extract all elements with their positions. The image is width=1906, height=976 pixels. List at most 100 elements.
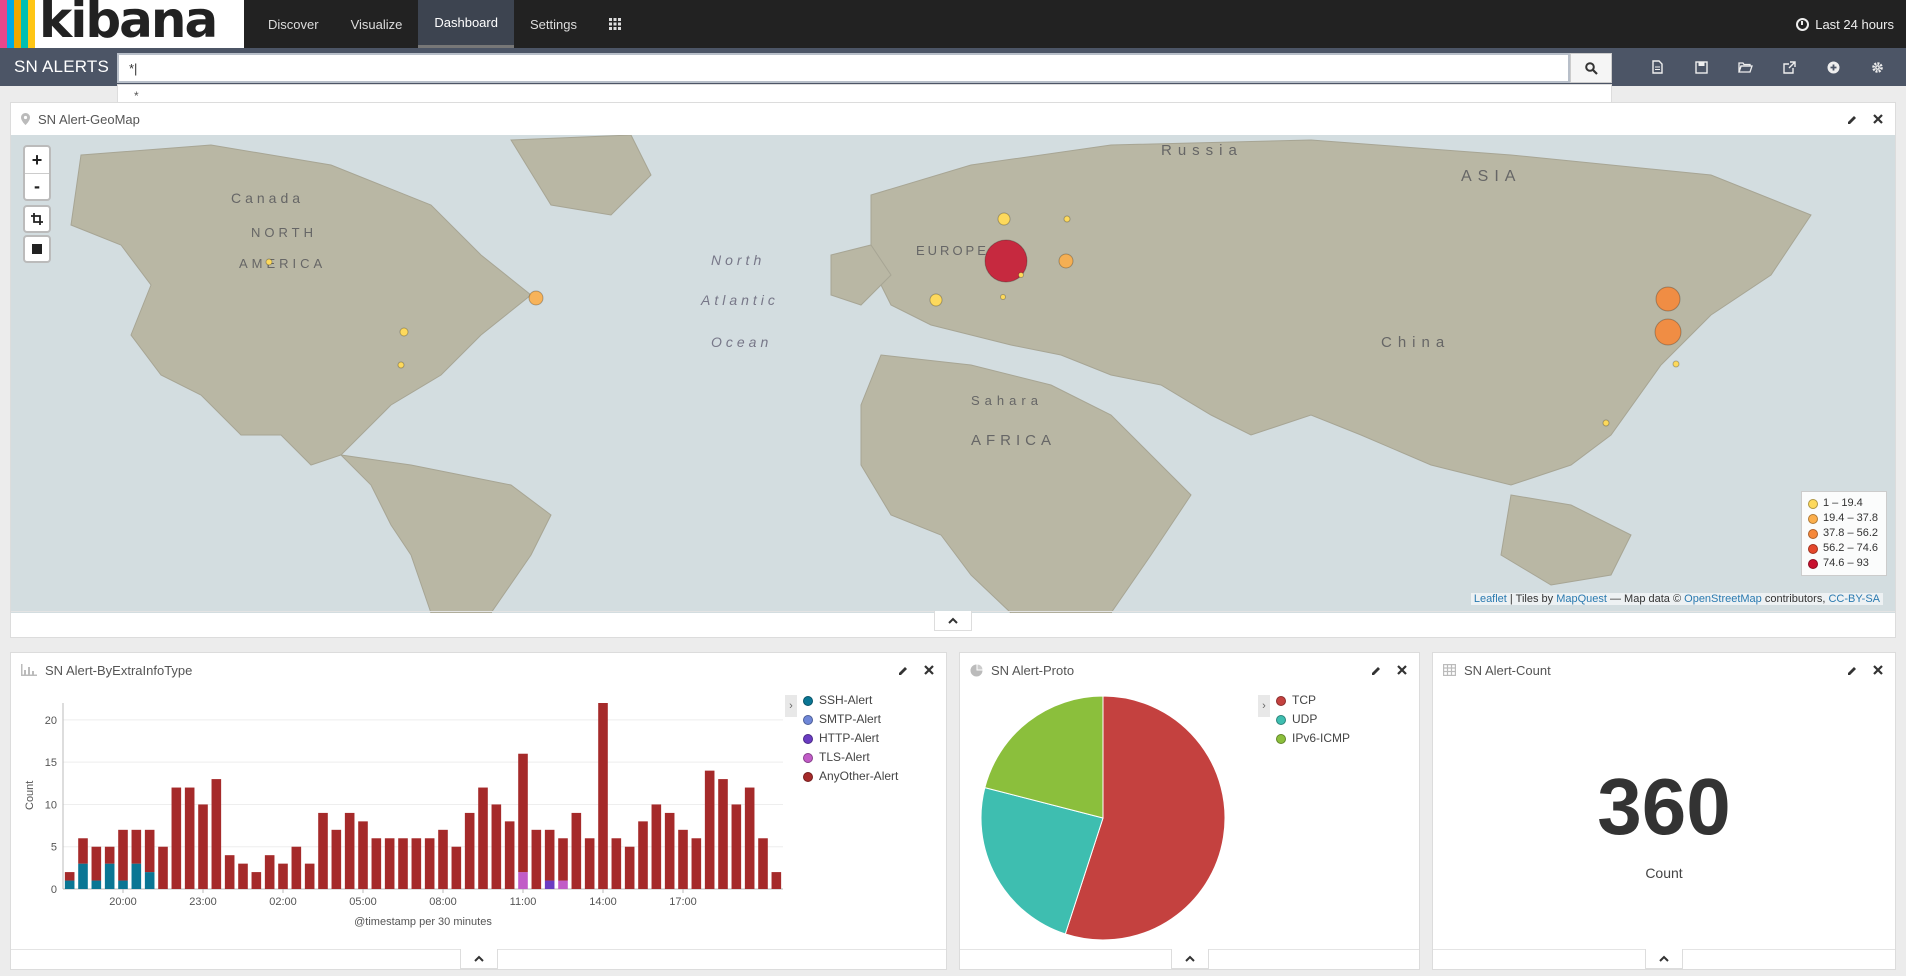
bar-segment[interactable]: [118, 829, 128, 881]
close-icon[interactable]: [1395, 663, 1409, 677]
bar-segment[interactable]: [291, 846, 302, 889]
bar-segment[interactable]: [451, 846, 462, 889]
options-button[interactable]: [1858, 48, 1896, 86]
legend-toggle[interactable]: ›: [1258, 695, 1270, 717]
bar-segment[interactable]: [651, 804, 662, 889]
bar-segment[interactable]: [158, 846, 168, 889]
bar-segment[interactable]: [704, 770, 715, 889]
bar-segment[interactable]: [558, 838, 568, 881]
mapquest-link[interactable]: MapQuest: [1556, 593, 1607, 605]
bar-segment[interactable]: [544, 829, 555, 881]
bar-segment[interactable]: [598, 703, 608, 889]
bar-segment[interactable]: [224, 855, 235, 889]
share-dashboard-button[interactable]: [1770, 48, 1808, 86]
legend-item-http[interactable]: HTTP-Alert: [803, 729, 898, 748]
bar-segment[interactable]: [638, 821, 648, 889]
bar-segment[interactable]: [691, 838, 702, 889]
bar-segment[interactable]: [91, 880, 102, 889]
kibana-logo[interactable]: kibana: [0, 0, 244, 48]
bar-segment[interactable]: [504, 821, 515, 889]
license-link[interactable]: CC-BY-SA: [1828, 593, 1880, 605]
bar-segment[interactable]: [544, 880, 555, 889]
legend-item-ipv6-icmp[interactable]: IPv6-ICMP: [1276, 729, 1350, 748]
bar-segment[interactable]: [758, 838, 768, 889]
map-canvas[interactable]: NORTH AMERICA EUROPE ASIA AFRICA Russia …: [11, 135, 1895, 613]
bar-segment[interactable]: [78, 838, 88, 864]
legend-item-udp[interactable]: UDP: [1276, 710, 1350, 729]
bar-segment[interactable]: [464, 812, 475, 889]
bar-segment[interactable]: [571, 812, 582, 889]
bar-segment[interactable]: [731, 804, 742, 889]
legend-item-ssh[interactable]: SSH-Alert: [803, 691, 898, 710]
fit-bounds-button[interactable]: [23, 235, 51, 263]
osm-link[interactable]: OpenStreetMap: [1684, 593, 1762, 605]
bar-segment[interactable]: [331, 829, 342, 889]
bar-segment[interactable]: [438, 829, 448, 889]
leaflet-link[interactable]: Leaflet: [1474, 593, 1507, 605]
bar-segment[interactable]: [371, 838, 382, 889]
bar-segment[interactable]: [104, 846, 115, 864]
nav-visualize[interactable]: Visualize: [335, 0, 419, 48]
bar-segment[interactable]: [518, 753, 528, 873]
draw-rectangle-button[interactable]: [23, 205, 51, 233]
save-dashboard-button[interactable]: [1682, 48, 1720, 86]
bar-segment[interactable]: [278, 863, 288, 889]
bar-segment[interactable]: [184, 787, 195, 889]
bar-segment[interactable]: [478, 787, 488, 889]
bar-segment[interactable]: [104, 863, 115, 889]
bar-segment[interactable]: [251, 872, 262, 889]
bar-segment[interactable]: [198, 804, 208, 889]
bar-segment[interactable]: [211, 779, 222, 889]
bar-segment[interactable]: [64, 880, 75, 889]
bar-segment[interactable]: [558, 880, 568, 889]
nav-dashboard[interactable]: Dashboard: [418, 0, 514, 48]
bar-segment[interactable]: [344, 812, 355, 889]
bar-segment[interactable]: [664, 812, 675, 889]
bar-segment[interactable]: [678, 829, 688, 889]
bar-segment[interactable]: [64, 872, 75, 881]
collapse-button[interactable]: [1645, 949, 1683, 969]
bar-segment[interactable]: [264, 855, 275, 889]
bar-segment[interactable]: [358, 821, 368, 889]
bar-segment[interactable]: [744, 787, 755, 889]
legend-item-tcp[interactable]: TCP: [1276, 691, 1350, 710]
legend-toggle[interactable]: ›: [785, 695, 797, 717]
open-dashboard-button[interactable]: [1726, 48, 1764, 86]
bar-segment[interactable]: [718, 779, 728, 889]
collapse-button[interactable]: [459, 949, 498, 969]
bar-segment[interactable]: [144, 872, 155, 889]
edit-pencil-icon[interactable]: [1369, 663, 1383, 677]
bar-segment[interactable]: [304, 863, 315, 889]
bar-segment[interactable]: [78, 863, 88, 889]
bar-segment[interactable]: [624, 846, 635, 889]
bar-segment[interactable]: [771, 872, 782, 889]
close-icon[interactable]: [1871, 663, 1885, 677]
bar-segment[interactable]: [611, 838, 622, 889]
bar-segment[interactable]: [398, 838, 408, 889]
bar-segment[interactable]: [131, 863, 142, 889]
collapse-button[interactable]: [934, 611, 972, 631]
bar-segment[interactable]: [91, 846, 102, 881]
bar-segment[interactable]: [491, 804, 502, 889]
edit-pencil-icon[interactable]: [1845, 663, 1859, 677]
bar-segment[interactable]: [144, 829, 155, 873]
search-input[interactable]: [117, 53, 1570, 83]
bar-segment[interactable]: [318, 812, 328, 889]
add-panel-button[interactable]: [1814, 48, 1852, 86]
close-icon[interactable]: [1871, 112, 1885, 126]
close-icon[interactable]: [922, 663, 936, 677]
legend-item-tls[interactable]: TLS-Alert: [803, 748, 898, 767]
bar-segment[interactable]: [518, 872, 528, 889]
bar-segment[interactable]: [531, 829, 542, 889]
bar-segment[interactable]: [131, 829, 142, 864]
time-picker[interactable]: Last 24 hours: [1796, 0, 1906, 48]
collapse-button[interactable]: [1170, 949, 1209, 969]
edit-pencil-icon[interactable]: [896, 663, 910, 677]
bar-segment[interactable]: [411, 838, 422, 889]
search-button[interactable]: [1570, 53, 1612, 83]
legend-item-smtp[interactable]: SMTP-Alert: [803, 710, 898, 729]
legend-item-anyother[interactable]: AnyOther-Alert: [803, 767, 898, 786]
zoom-out-button[interactable]: -: [25, 173, 49, 199]
bar-segment[interactable]: [118, 880, 128, 889]
bar-segment[interactable]: [584, 838, 595, 889]
